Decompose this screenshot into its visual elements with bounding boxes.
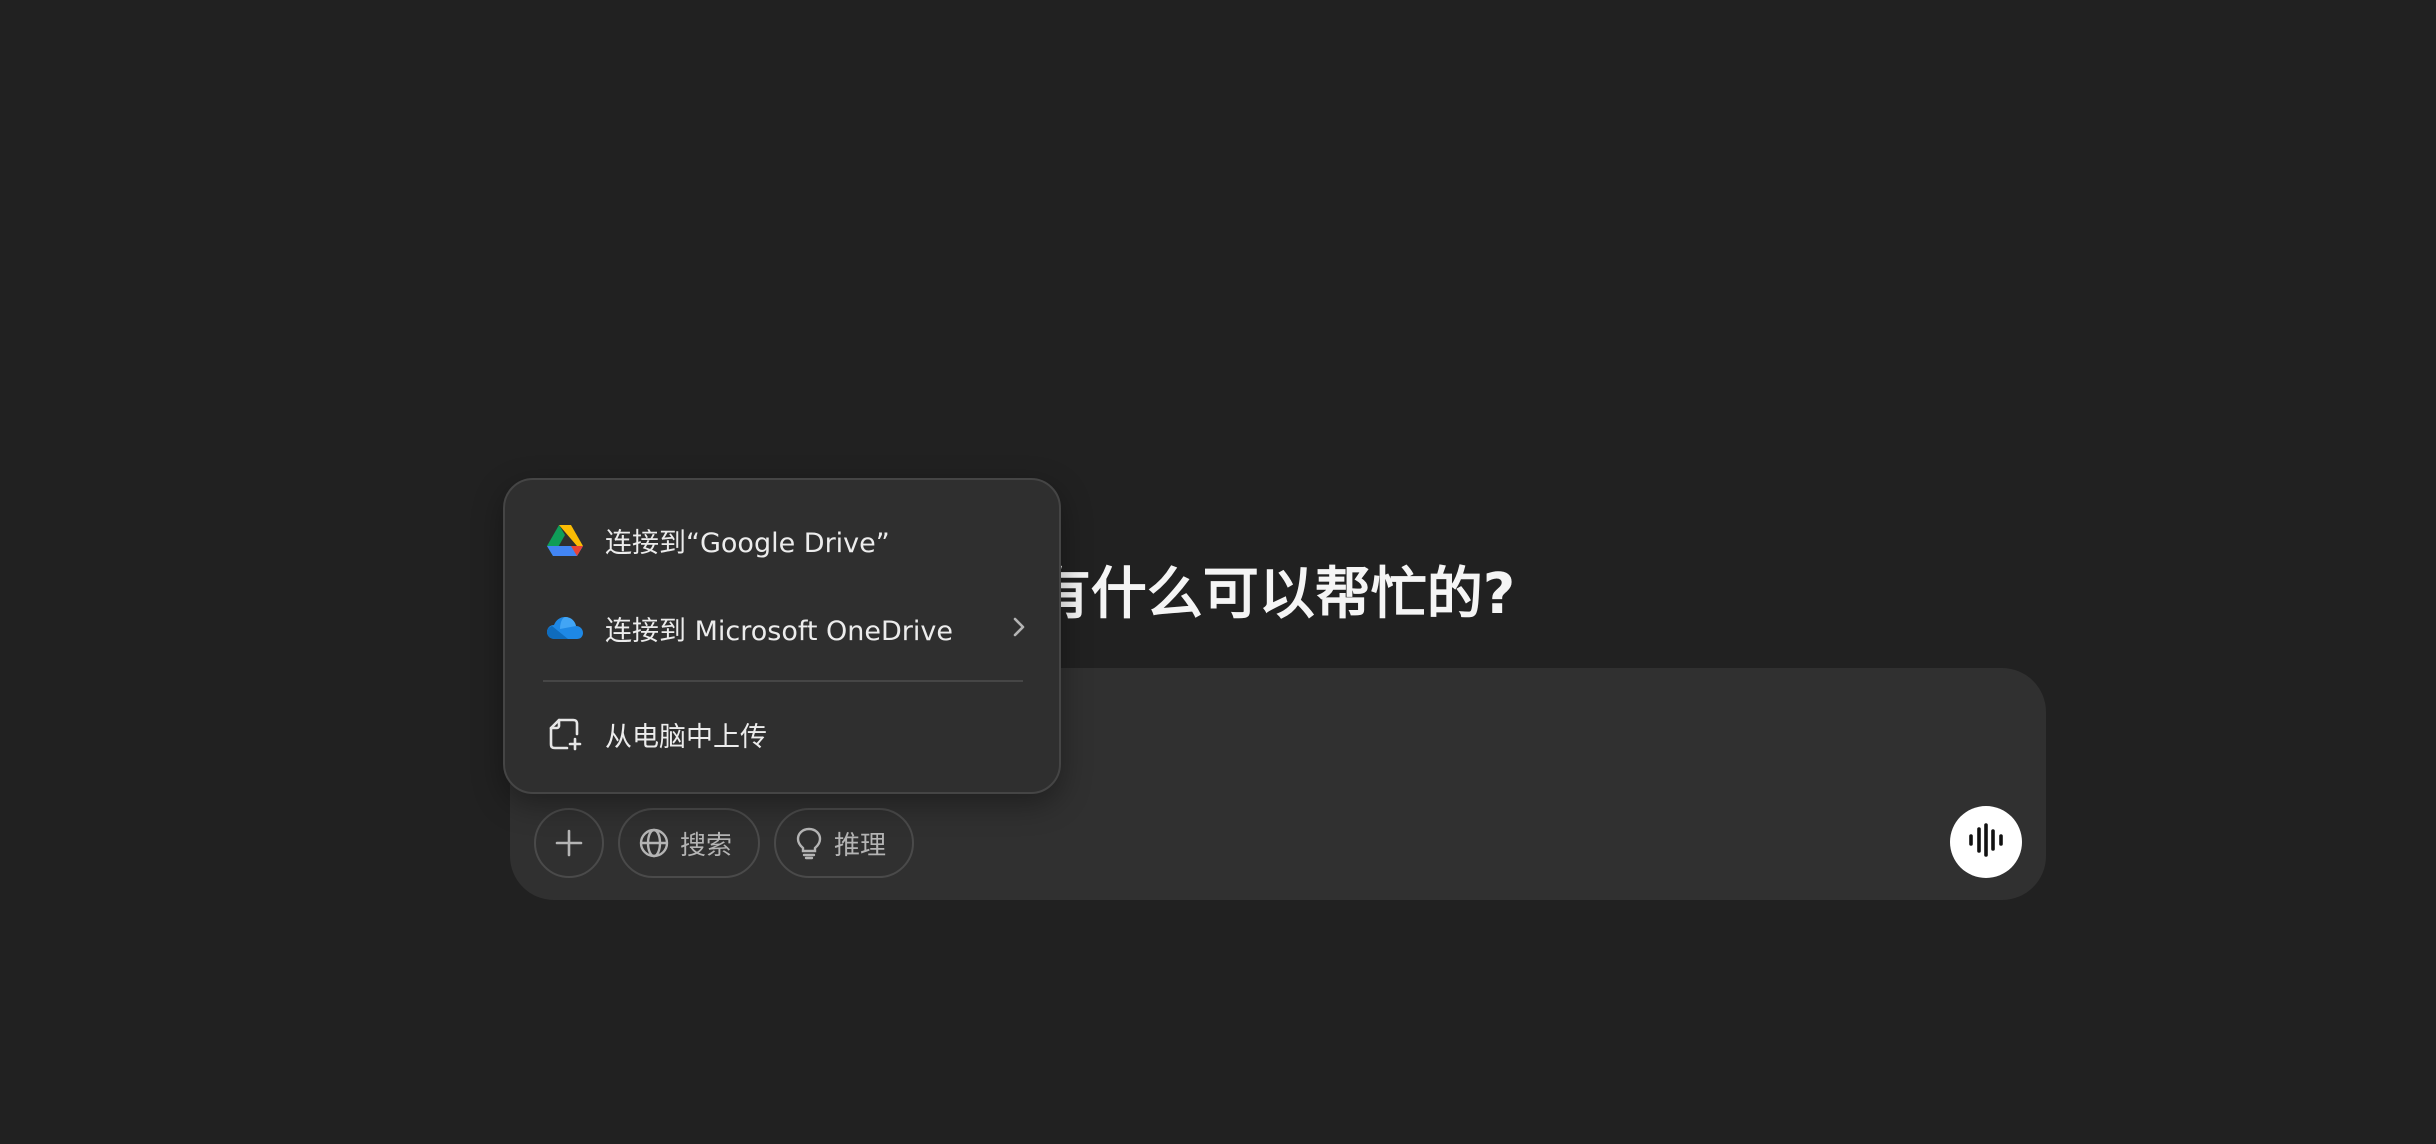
menu-item-google-drive[interactable]: 连接到“Google Drive”: [521, 502, 1043, 578]
reason-button-label: 推理: [834, 830, 887, 861]
menu-item-label: 连接到 Microsoft OneDrive: [605, 615, 953, 647]
attach-menu: 连接到“Google Drive” 连接到 Microsoft OneDrive: [503, 478, 1061, 794]
upload-file-icon: [545, 714, 585, 754]
menu-divider: [543, 680, 1023, 682]
chevron-right-icon: [1009, 612, 1029, 646]
google-drive-icon: [545, 520, 585, 560]
composer-toolbar: 搜索 推理: [534, 808, 915, 878]
menu-item-label: 从电脑中上传: [605, 721, 767, 753]
voice-mode-button[interactable]: [1950, 806, 2022, 878]
search-button[interactable]: 搜索: [618, 808, 761, 878]
onedrive-icon: [545, 608, 585, 648]
reason-button[interactable]: 推理: [774, 808, 915, 878]
menu-item-upload-from-computer[interactable]: 从电脑中上传: [521, 696, 1043, 772]
search-button-label: 搜索: [680, 830, 733, 861]
chat-home: 有什么可以帮忙的? 搜索 推理 连接到“Google Drive” 连接到 Mi…: [0, 0, 2436, 1144]
menu-item-label: 连接到“Google Drive”: [605, 527, 890, 559]
voice-waveform-icon: [1966, 823, 2006, 861]
menu-item-onedrive[interactable]: 连接到 Microsoft OneDrive: [521, 590, 1043, 666]
plus-icon: [554, 828, 584, 858]
globe-icon: [638, 827, 670, 859]
attach-button[interactable]: [534, 808, 604, 878]
lightbulb-icon: [794, 826, 824, 860]
